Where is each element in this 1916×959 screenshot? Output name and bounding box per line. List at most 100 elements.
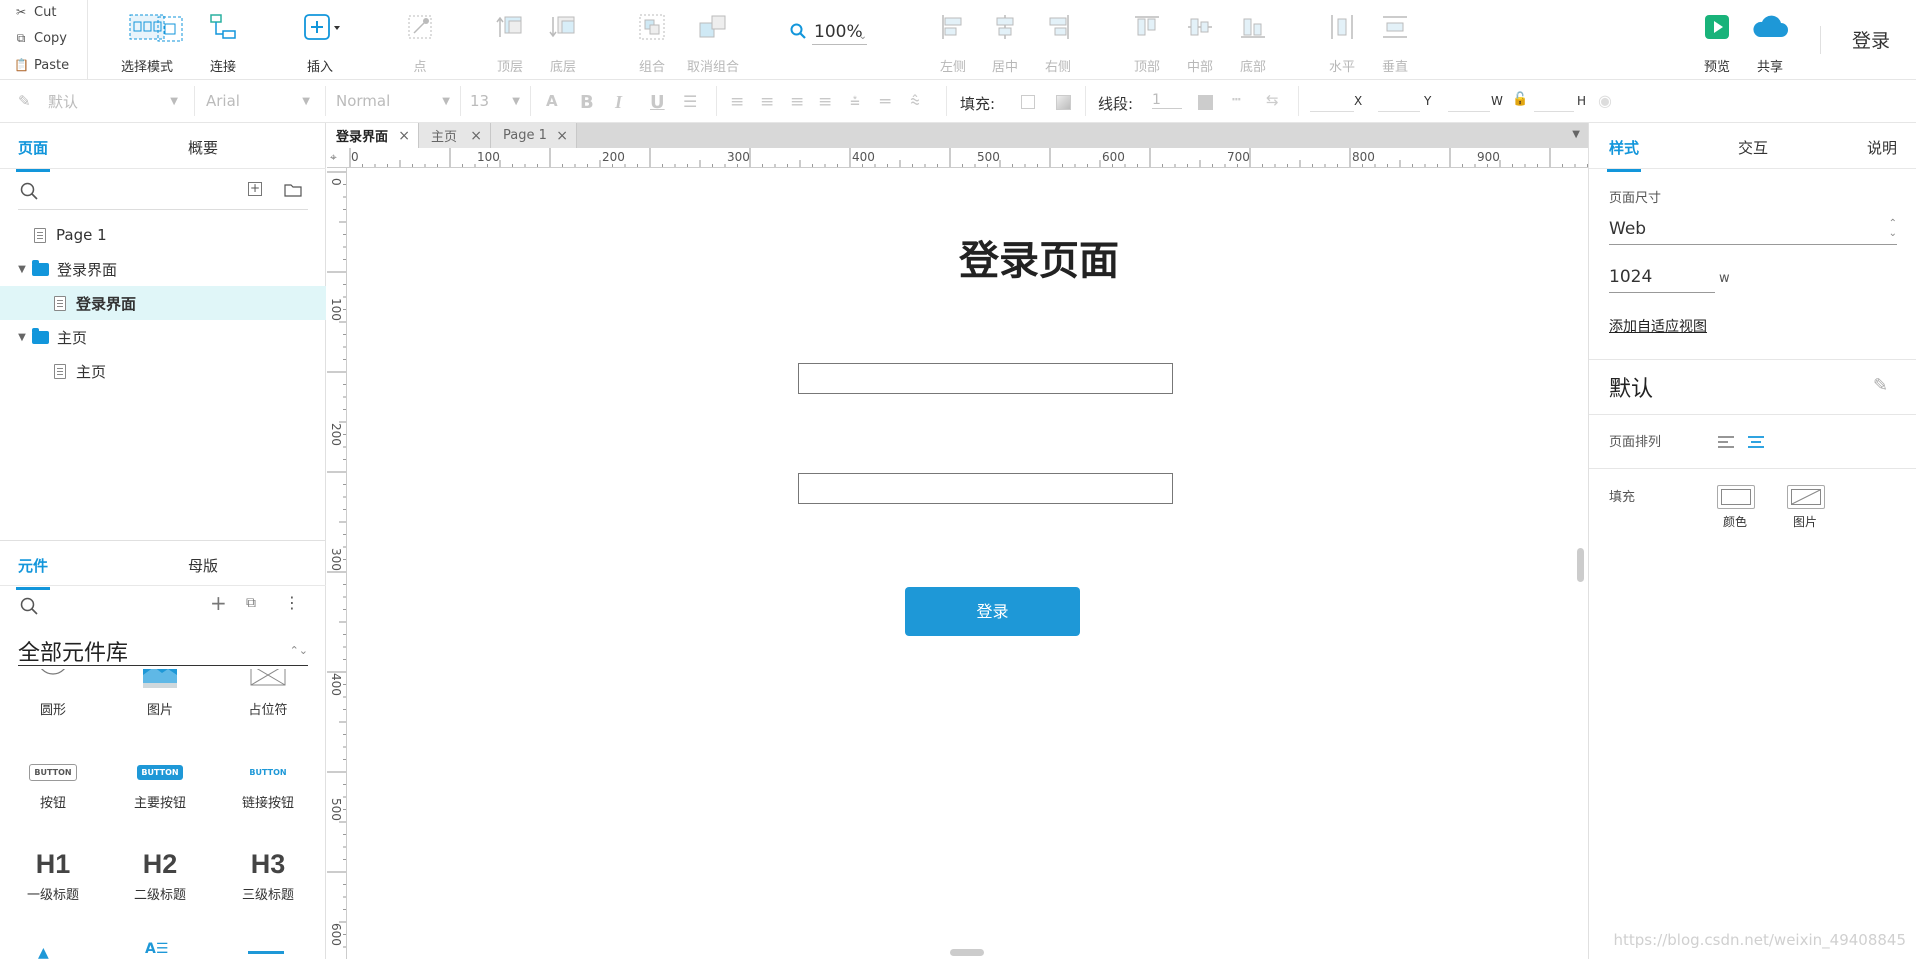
design-canvas[interactable]: 登录页面 登录 [347,168,1588,959]
page-align-center-icon[interactable] [1747,435,1765,449]
bold-icon[interactable]: B [580,92,594,113]
underline-icon[interactable]: U [650,92,665,113]
tree-page-page1[interactable]: Page 1 [0,218,326,252]
widget-primary-button[interactable]: BUTTON 主要按钮 [110,752,210,811]
canvas-page-title[interactable]: 登录页面 [903,228,1175,286]
page-search[interactable]: + [18,170,308,210]
doc-tab-login[interactable]: 登录界面 × [327,123,419,148]
password-input-widget[interactable] [798,473,1173,504]
distribute-v-button[interactable]: 垂直 [1360,10,1430,75]
tab-masters[interactable]: 母版 [188,555,218,576]
ungroup-button[interactable]: 取消组合 [678,10,748,75]
widget-h3[interactable]: H3 三级标题 [218,844,318,904]
valign-bottom-icon[interactable]: ⩯ [910,92,920,112]
valign-top-icon[interactable]: ⩮ [850,92,860,112]
tab-interaction[interactable]: 交互 [1738,137,1768,158]
page-width-input[interactable]: 1024 [1609,267,1715,293]
text-align-center-icon[interactable]: ≡ [760,92,774,112]
widget-link-button[interactable]: BUTTON 链接按钮 [218,752,318,812]
stroke-color-swatch[interactable] [1198,95,1213,110]
share-button[interactable]: 共享 [1735,10,1805,75]
widget-button[interactable]: BUTTON 按钮 [3,752,103,811]
widget-placeholder[interactable]: 占位符 [218,669,318,718]
lock-open-icon[interactable]: 🔓 [1512,92,1528,107]
caret-down-icon[interactable]: ▼ [12,264,32,275]
visibility-eye-icon[interactable]: ◉ [1598,91,1612,110]
style-select[interactable]: 默认 ▼ [48,88,184,114]
fill-color-button[interactable] [1717,485,1755,509]
font-color-icon[interactable]: A [546,92,558,110]
stroke-width-input[interactable]: 1 [1152,92,1182,109]
horizontal-scrollbar[interactable] [950,949,984,956]
close-icon[interactable]: × [470,128,482,144]
login-link[interactable]: 登录 [1852,26,1890,53]
text-align-right-icon[interactable]: ≡ [790,92,804,112]
widget-search[interactable]: + ⧉ ⋮ [18,587,308,627]
page-size-select[interactable]: Web ⌃ ⌄ [1609,219,1897,245]
tab-outline[interactable]: 概要 [188,137,218,158]
italic-icon[interactable]: I [615,92,622,113]
add-folder-icon[interactable] [284,182,302,197]
widget-circle[interactable]: 圆形 [3,669,103,718]
tree-folder-home[interactable]: ▼ 主页 [0,320,326,354]
align-right-button[interactable]: 右侧 [1023,10,1093,75]
add-library-icon[interactable]: + [210,591,227,615]
style-edit-icon[interactable]: ✎ [18,92,31,110]
divider-line-icon[interactable] [248,951,284,954]
intersect-select-icon[interactable] [157,16,183,46]
login-button-widget[interactable]: 登录 [905,587,1080,636]
tree-page-login[interactable]: 登录界面 [0,286,326,320]
page-align-left-icon[interactable] [1717,435,1735,449]
arrow-style-icon[interactable]: ⇆ [1266,91,1279,109]
group-button[interactable]: 组合 [617,10,687,75]
tabs-dropdown-icon[interactable]: ▼ [1572,129,1580,140]
align-bottom-button[interactable]: 底部 [1218,10,1288,75]
connect-button[interactable]: 连接 [188,10,258,75]
tab-notes[interactable]: 说明 [1867,137,1897,158]
add-adaptive-view-link[interactable]: 添加自适应视图 [1609,316,1707,336]
more-vertical-icon[interactable]: ⋮ [284,593,300,612]
fill-color-swatch[interactable] [1021,95,1035,109]
h-input[interactable] [1534,94,1574,112]
bullet-list-icon[interactable]: ☰ [683,92,697,111]
library-options-icon[interactable]: ⧉ [246,595,256,611]
w-input[interactable] [1448,94,1490,112]
send-back-button[interactable]: 底层 [528,10,598,75]
library-select[interactable]: 全部元件库 ⌃⌄ [18,636,308,666]
doc-tab-page1[interactable]: Page 1 × [491,123,577,148]
add-page-icon[interactable]: + [248,182,262,196]
close-icon[interactable]: × [398,128,410,144]
tree-page-home[interactable]: 主页 [0,354,326,388]
font-family-select[interactable]: Arial ▼ [206,88,316,114]
paste-button[interactable]: 📋 Paste [14,53,69,77]
widget-image[interactable]: 图片 [110,669,210,718]
fill-image-button[interactable] [1787,485,1825,509]
shadow-swatch[interactable] [1056,95,1071,110]
widget-h1[interactable]: H1 一级标题 [3,844,103,904]
zoom-control[interactable]: 100% ⌄ [790,22,867,45]
text-align-left-icon[interactable]: ≡ [730,92,744,112]
valign-middle-icon[interactable]: ═ [880,92,890,112]
x-input[interactable] [1310,94,1354,112]
tab-style[interactable]: 样式 [1606,137,1642,172]
point-button[interactable]: 点 [385,10,455,75]
text-label-icon[interactable]: ▲ [38,945,49,959]
caret-down-icon[interactable]: ▼ [12,332,32,343]
ruler-origin-icon[interactable]: ⌖ [330,150,337,165]
doc-tab-home[interactable]: 主页 × [419,123,491,148]
tab-pages[interactable]: 页面 [15,137,51,172]
widget-h2[interactable]: H2 二级标题 [110,844,210,904]
paragraph-icon[interactable]: A☰ [145,941,168,957]
vertical-scrollbar[interactable] [1577,548,1584,582]
cut-button[interactable]: ✂ Cut [14,0,56,24]
tree-folder-login[interactable]: ▼ 登录界面 [0,252,326,286]
insert-button[interactable]: 插入 [285,10,355,75]
edit-style-icon[interactable]: ✎ [1873,375,1888,396]
font-weight-select[interactable]: Normal ▼ [336,88,456,114]
close-icon[interactable]: × [556,128,568,144]
copy-button[interactable]: ⧉ Copy [14,26,67,50]
username-input-widget[interactable] [798,363,1173,394]
stroke-pattern-icon[interactable]: ┅ [1232,92,1240,108]
text-justify-icon[interactable]: ≡ [818,92,832,112]
font-size-select[interactable]: 13 ▼ [470,88,526,114]
